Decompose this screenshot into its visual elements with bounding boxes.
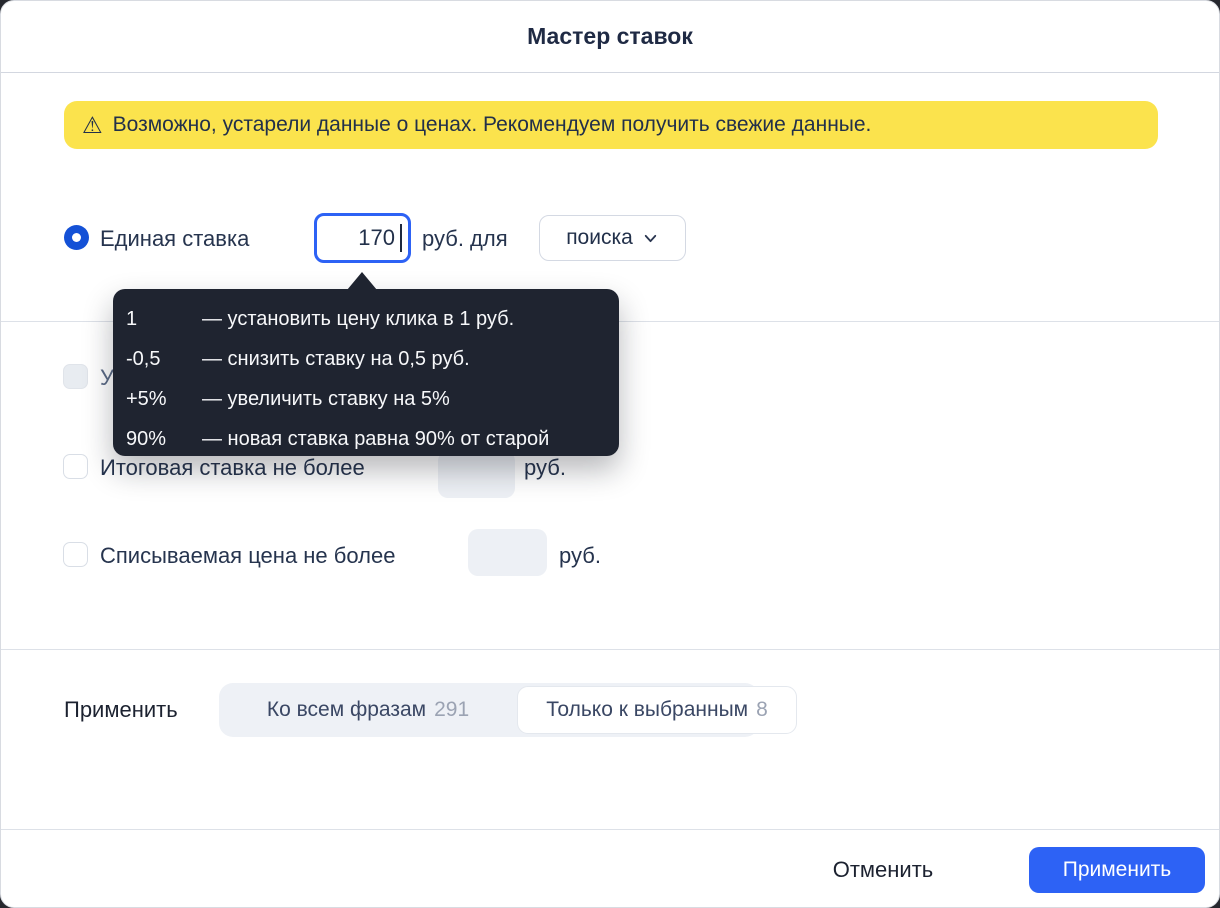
max-charged-price-checkbox[interactable] (63, 542, 88, 567)
tooltip-term: -0,5 (126, 347, 161, 370)
tooltip-arrow (347, 272, 377, 290)
limit-label-hidden: У (100, 365, 114, 390)
screen: Мастер ставок ⚠ Возможно, устарели данны… (0, 0, 1220, 908)
text-cursor (400, 224, 402, 252)
bid-format-tooltip: 1 — установить цену клика в 1 руб. -0,5 … (113, 272, 619, 459)
tooltip-desc: — установить цену клика в 1 руб. (202, 307, 515, 330)
max-charged-price-input[interactable] (468, 529, 547, 576)
bid-master-dialog: Мастер ставок ⚠ Возможно, устарели данны… (0, 0, 1220, 908)
apply-scope-segmented-control: Ко всем фразам 291 Только к выбранным 8 (219, 683, 797, 737)
tooltip-desc: — снизить ставку на 0,5 руб. (202, 347, 470, 370)
segment-all-phrases[interactable]: Ко всем фразам 291 (219, 687, 517, 733)
chevron-down-icon (644, 234, 656, 242)
bid-target-select[interactable]: поиска (539, 215, 686, 261)
tooltip-row: -0,5 — снизить ставку на 0,5 руб. (126, 339, 599, 379)
bid-amount-input[interactable] (314, 213, 411, 263)
tooltip-row: 1 — установить цену клика в 1 руб. (126, 299, 599, 339)
warning-text: Возможно, устарели данные о ценах. Реком… (112, 113, 872, 136)
warning-triangle-icon: ⚠ (82, 111, 103, 138)
max-charged-price-unit: руб. (559, 543, 601, 568)
max-total-bid-checkbox[interactable] (63, 454, 88, 479)
segment-label: Только к выбранным (546, 698, 749, 721)
tooltip-term: 90% (126, 427, 167, 450)
bid-unit-label: руб. для (422, 226, 508, 251)
warning-banner: ⚠ Возможно, устарели данные о ценах. Рек… (64, 101, 1158, 149)
cancel-button[interactable]: Отменить (823, 847, 943, 893)
footer-divider (1, 829, 1219, 830)
header-divider (1, 72, 1219, 73)
apply-to-label: Применить (64, 697, 178, 722)
segment-selected-only[interactable]: Только к выбранным 8 (517, 686, 797, 734)
tooltip-row: 90% — новая ставка равна 90% от старой (126, 419, 599, 459)
max-charged-price-label: Списываемая цена не более (100, 543, 396, 568)
apply-button[interactable]: Применить (1029, 847, 1205, 893)
bid-target-value: поиска (566, 226, 633, 249)
bid-amount-wrap (314, 213, 411, 263)
single-bid-radio-label: Единая ставка (100, 226, 250, 251)
section-divider (1, 649, 1219, 650)
tooltip-term: 1 (126, 307, 138, 330)
segment-count: 291 (434, 698, 470, 721)
single-bid-radio[interactable] (64, 225, 89, 250)
tooltip-desc: — увеличить ставку на 5% (202, 387, 450, 410)
segment-count: 8 (756, 698, 768, 721)
tooltip-term: +5% (126, 387, 167, 410)
tooltip-desc: — новая ставка равна 90% от старой (202, 427, 550, 450)
limit-checkbox-hidden[interactable] (63, 364, 88, 389)
dialog-title: Мастер ставок (527, 23, 693, 49)
tooltip-row: +5% — увеличить ставку на 5% (126, 379, 599, 419)
segment-label: Ко всем фразам (266, 698, 427, 721)
